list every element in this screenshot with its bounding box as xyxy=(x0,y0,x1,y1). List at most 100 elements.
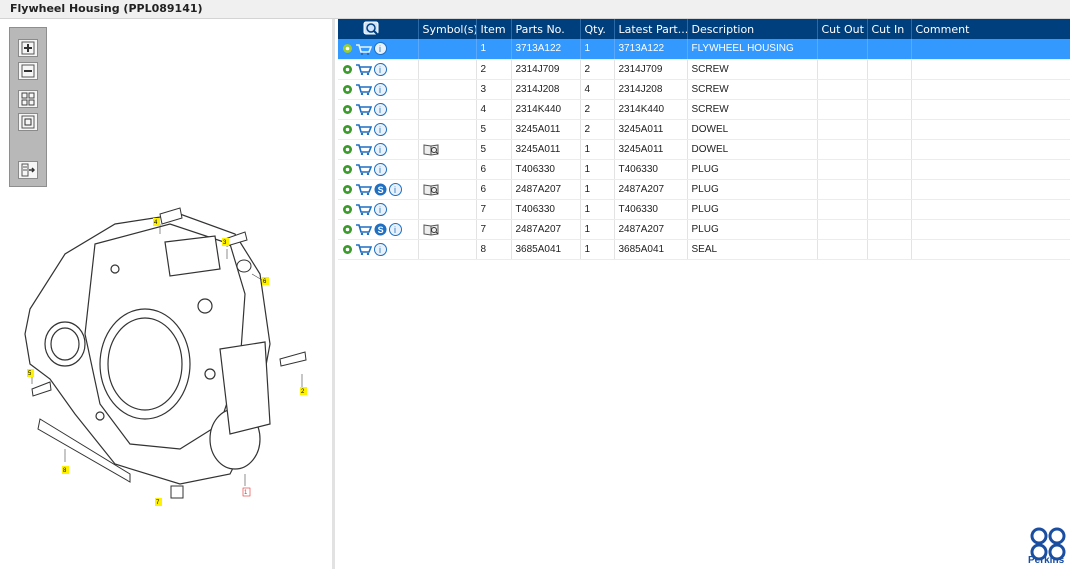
cart-icon[interactable] xyxy=(355,183,372,195)
info-icon[interactable]: i xyxy=(374,202,387,216)
parts-no-cell[interactable]: T406330 xyxy=(511,159,581,180)
info-icon[interactable]: i xyxy=(374,82,387,96)
comment-cell[interactable] xyxy=(911,139,1070,160)
table-row[interactable]: i 1 3713A122 1 3713A122 FLYWHEEL HOUSING xyxy=(338,39,1070,60)
header-description[interactable]: Description xyxy=(687,19,818,39)
info-icon[interactable]: i xyxy=(374,122,387,136)
info-icon[interactable]: i xyxy=(374,142,387,156)
info-icon[interactable]: i xyxy=(374,242,387,256)
gear-icon[interactable] xyxy=(342,84,353,95)
cart-icon[interactable] xyxy=(355,243,372,255)
parts-no-cell[interactable]: 3245A011 xyxy=(511,139,581,160)
book-magnifier-icon[interactable] xyxy=(423,223,440,236)
latest-part-cell[interactable]: 2487A207 xyxy=(614,219,688,240)
gear-icon[interactable] xyxy=(342,64,353,75)
table-row[interactable]: i 5 3245A011 1 3245A011 DOWEL xyxy=(338,139,1070,160)
header-qty[interactable]: Qty. xyxy=(580,19,615,39)
table-row[interactable]: Si 6 2487A207 1 2487A207 PLUG xyxy=(338,179,1070,200)
info-icon[interactable]: i xyxy=(389,182,402,196)
comment-cell[interactable] xyxy=(911,79,1070,100)
header-latest-part[interactable]: Latest Part... xyxy=(614,19,688,39)
gear-icon[interactable] xyxy=(342,184,353,195)
header-cut-out[interactable]: Cut Out xyxy=(817,19,868,39)
cart-icon[interactable] xyxy=(355,223,372,235)
supersession-icon[interactable]: S xyxy=(374,183,387,196)
export-button[interactable] xyxy=(18,161,38,179)
gear-icon[interactable] xyxy=(342,224,353,235)
comment-cell[interactable] xyxy=(911,119,1070,140)
comment-cell[interactable] xyxy=(911,239,1070,260)
latest-part-cell[interactable]: 3685A041 xyxy=(614,239,688,260)
actual-size-button[interactable] xyxy=(18,113,38,131)
latest-part-cell[interactable]: 2314J208 xyxy=(614,79,688,100)
comment-cell[interactable] xyxy=(911,179,1070,200)
parts-no-cell[interactable]: 2487A207 xyxy=(511,179,581,200)
info-icon[interactable]: i xyxy=(374,102,387,116)
latest-part-cell[interactable]: 2487A207 xyxy=(614,179,688,200)
cut-in-cell xyxy=(867,79,912,100)
header-comment[interactable]: Comment xyxy=(911,19,1070,39)
table-row[interactable]: i 8 3685A041 1 3685A041 SEAL xyxy=(338,239,1070,260)
gear-icon[interactable] xyxy=(342,124,353,135)
gear-icon[interactable] xyxy=(342,244,353,255)
gear-icon[interactable] xyxy=(342,144,353,155)
cart-icon[interactable] xyxy=(355,203,372,215)
parts-no-cell[interactable]: 2314K440 xyxy=(511,99,581,120)
cut-out-cell xyxy=(817,59,868,80)
info-icon[interactable]: i xyxy=(374,42,387,56)
header-item[interactable]: Item xyxy=(476,19,512,39)
gear-icon[interactable] xyxy=(342,104,353,115)
cart-icon[interactable] xyxy=(355,123,372,135)
cut-out-cell xyxy=(817,199,868,220)
table-row[interactable]: Si 7 2487A207 1 2487A207 PLUG xyxy=(338,219,1070,240)
comment-cell[interactable] xyxy=(911,59,1070,80)
latest-part-cell[interactable]: 3245A011 xyxy=(614,119,688,140)
table-row[interactable]: i 4 2314K440 2 2314K440 SCREW xyxy=(338,99,1070,120)
comment-cell[interactable] xyxy=(911,99,1070,120)
parts-no-cell[interactable]: 2314J208 xyxy=(511,79,581,100)
info-icon[interactable]: i xyxy=(374,162,387,176)
header-tools[interactable] xyxy=(338,19,419,39)
latest-part-cell[interactable]: T406330 xyxy=(614,159,688,180)
comment-cell[interactable] xyxy=(911,159,1070,180)
fit-button[interactable] xyxy=(18,90,38,108)
header-parts-no[interactable]: Parts No. xyxy=(511,19,581,39)
cart-icon[interactable] xyxy=(355,163,372,175)
zoom-in-button[interactable] xyxy=(18,39,38,57)
comment-cell[interactable] xyxy=(911,199,1070,220)
latest-part-cell[interactable]: 3245A011 xyxy=(614,139,688,160)
book-magnifier-icon[interactable] xyxy=(423,183,440,196)
header-symbols[interactable]: Symbol(s) xyxy=(418,19,477,39)
info-icon[interactable]: i xyxy=(389,222,402,236)
cart-icon[interactable] xyxy=(355,143,372,155)
cart-icon[interactable] xyxy=(355,83,372,95)
info-icon[interactable]: i xyxy=(374,62,387,76)
parts-no-cell[interactable]: 2487A207 xyxy=(511,219,581,240)
parts-no-cell[interactable]: 3245A011 xyxy=(511,119,581,140)
gear-icon[interactable] xyxy=(342,204,353,215)
parts-no-cell[interactable]: 2314J709 xyxy=(511,59,581,80)
table-row[interactable]: i 7 T406330 1 T406330 PLUG xyxy=(338,199,1070,220)
gear-icon[interactable] xyxy=(342,164,353,175)
header-cut-in[interactable]: Cut In xyxy=(867,19,912,39)
table-row[interactable]: i 5 3245A011 2 3245A011 DOWEL xyxy=(338,119,1070,140)
gear-icon[interactable] xyxy=(342,43,353,54)
cart-icon[interactable] xyxy=(355,63,372,75)
book-magnifier-icon[interactable] xyxy=(423,143,440,156)
table-row[interactable]: i 6 T406330 1 T406330 PLUG xyxy=(338,159,1070,180)
parts-no-cell[interactable]: 3685A041 xyxy=(511,239,581,260)
table-row[interactable]: i 2 2314J709 2 2314J709 SCREW xyxy=(338,59,1070,80)
comment-cell[interactable] xyxy=(911,39,1070,60)
comment-cell[interactable] xyxy=(911,219,1070,240)
latest-part-cell[interactable]: 2314K440 xyxy=(614,99,688,120)
parts-no-cell[interactable]: T406330 xyxy=(511,199,581,220)
latest-part-cell[interactable]: T406330 xyxy=(614,199,688,220)
cart-icon[interactable] xyxy=(355,103,372,115)
zoom-out-button[interactable] xyxy=(18,62,38,80)
cart-icon[interactable] xyxy=(355,43,372,55)
parts-no-cell[interactable]: 3713A122 xyxy=(511,39,581,60)
latest-part-cell[interactable]: 3713A122 xyxy=(614,39,688,60)
table-row[interactable]: i 3 2314J208 4 2314J208 SCREW xyxy=(338,79,1070,100)
latest-part-cell[interactable]: 2314J709 xyxy=(614,59,688,80)
supersession-icon[interactable]: S xyxy=(374,223,387,236)
